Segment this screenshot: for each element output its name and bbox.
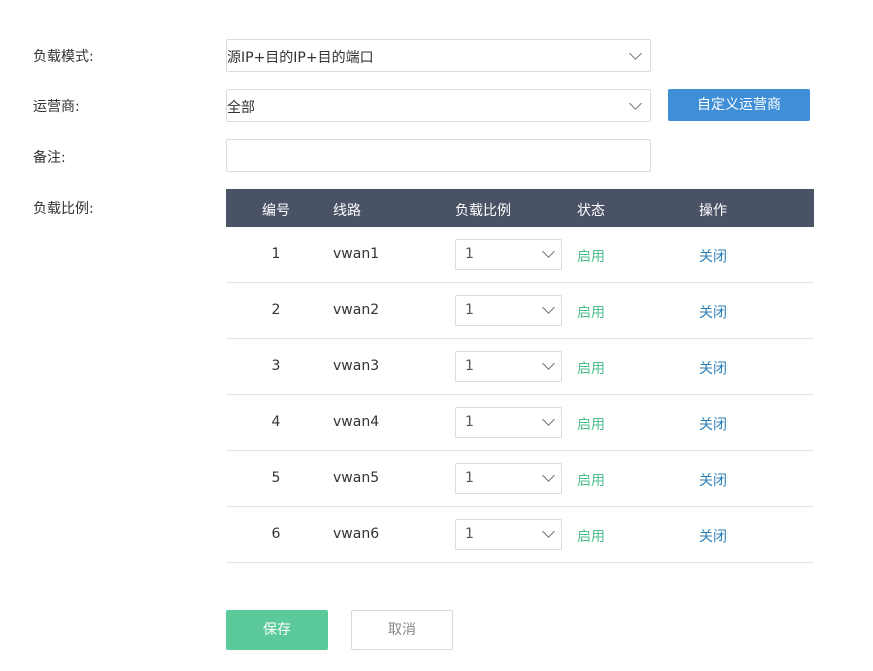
remark-label: 备注: xyxy=(33,150,66,166)
header-status: 状态 xyxy=(577,203,605,219)
table-row: 5 vwan5 1 启用 关闭 xyxy=(226,451,814,507)
row-num: 6 xyxy=(271,526,281,542)
chevron-down-icon xyxy=(629,47,642,60)
ratio-value: 1 xyxy=(465,302,474,318)
ratio-select[interactable]: 1 xyxy=(455,463,562,494)
ratio-value: 1 xyxy=(465,358,474,374)
table-row: 4 vwan4 1 启用 关闭 xyxy=(226,395,814,451)
disable-link[interactable]: 关闭 xyxy=(699,358,727,378)
header-line: 线路 xyxy=(333,203,361,219)
row-line: vwan6 xyxy=(333,526,380,542)
disable-link[interactable]: 关闭 xyxy=(699,302,727,322)
header-action: 操作 xyxy=(699,203,727,219)
status-text: 启用 xyxy=(577,249,605,265)
ratio-select[interactable]: 1 xyxy=(455,351,562,382)
status-text: 启用 xyxy=(577,361,605,377)
table-header: 编号 线路 负载比例 状态 操作 xyxy=(226,189,814,227)
status-text: 启用 xyxy=(577,473,605,489)
ratio-value: 1 xyxy=(465,526,474,542)
disable-link[interactable]: 关闭 xyxy=(699,414,727,434)
ratio-select[interactable]: 1 xyxy=(455,295,562,326)
load-mode-select[interactable]: 源IP+目的IP+目的端口 xyxy=(226,39,651,72)
row-num: 5 xyxy=(271,470,281,486)
isp-value: 全部 xyxy=(227,100,255,116)
row-line: vwan5 xyxy=(333,470,380,486)
ratio-value: 1 xyxy=(465,470,474,486)
isp-select[interactable]: 全部 xyxy=(226,89,651,122)
header-num: 编号 xyxy=(262,203,290,219)
load-ratio-table: 编号 线路 负载比例 状态 操作 1 vwan1 1 启用 关闭 2 vwan2… xyxy=(226,189,814,563)
row-num: 3 xyxy=(271,358,281,374)
chevron-down-icon xyxy=(629,97,642,110)
row-num: 4 xyxy=(271,414,281,430)
table-row: 2 vwan2 1 启用 关闭 xyxy=(226,283,814,339)
status-text: 启用 xyxy=(577,529,605,545)
ratio-select[interactable]: 1 xyxy=(455,407,562,438)
chevron-down-icon xyxy=(542,301,555,314)
chevron-down-icon xyxy=(542,525,555,538)
chevron-down-icon xyxy=(542,413,555,426)
save-button[interactable]: 保存 xyxy=(226,610,328,650)
table-row: 6 vwan6 1 启用 关闭 xyxy=(226,507,814,563)
ratio-label: 负载比例: xyxy=(33,201,94,217)
header-ratio: 负载比例 xyxy=(455,203,511,219)
row-line: vwan3 xyxy=(333,358,380,374)
load-mode-label: 负载模式: xyxy=(33,49,94,65)
status-text: 启用 xyxy=(577,305,605,321)
ratio-select[interactable]: 1 xyxy=(455,519,562,550)
load-mode-value: 源IP+目的IP+目的端口 xyxy=(227,50,374,66)
row-num: 1 xyxy=(271,246,281,262)
custom-isp-button[interactable]: 自定义运营商 xyxy=(668,89,810,121)
row-num: 2 xyxy=(271,302,281,318)
row-line: vwan1 xyxy=(333,246,380,262)
chevron-down-icon xyxy=(542,245,555,258)
status-text: 启用 xyxy=(577,417,605,433)
remark-input[interactable] xyxy=(226,139,651,172)
chevron-down-icon xyxy=(542,469,555,482)
chevron-down-icon xyxy=(542,357,555,370)
disable-link[interactable]: 关闭 xyxy=(699,246,727,266)
disable-link[interactable]: 关闭 xyxy=(699,470,727,490)
ratio-value: 1 xyxy=(465,246,474,262)
disable-link[interactable]: 关闭 xyxy=(699,526,727,546)
cancel-button[interactable]: 取消 xyxy=(351,610,453,650)
ratio-select[interactable]: 1 xyxy=(455,239,562,270)
isp-label: 运营商: xyxy=(33,99,80,115)
row-line: vwan4 xyxy=(333,414,380,430)
table-row: 3 vwan3 1 启用 关闭 xyxy=(226,339,814,395)
ratio-value: 1 xyxy=(465,414,474,430)
table-row: 1 vwan1 1 启用 关闭 xyxy=(226,227,814,283)
row-line: vwan2 xyxy=(333,302,380,318)
